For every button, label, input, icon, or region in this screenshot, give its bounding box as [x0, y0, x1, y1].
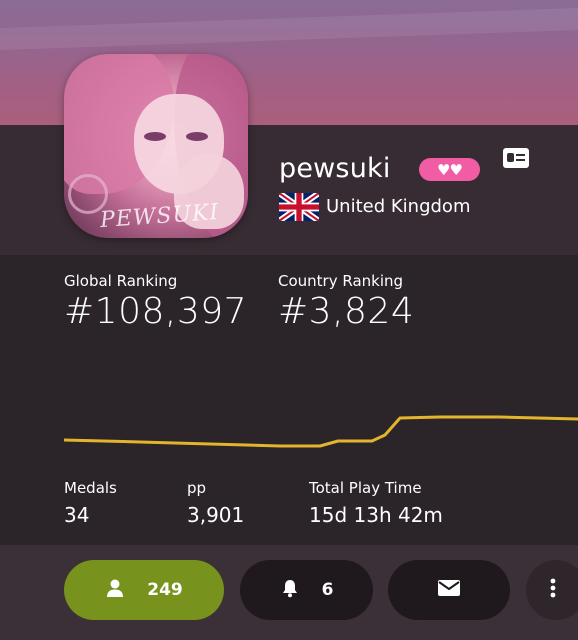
pp-label: pp [187, 479, 207, 497]
country-ranking-label: Country Ranking [278, 272, 404, 290]
play-time-label: Total Play Time [309, 479, 422, 497]
user-icon [105, 578, 125, 603]
uk-flag-icon [279, 193, 319, 221]
notifications-count: 6 [321, 580, 334, 600]
medals-value: 34 [64, 503, 90, 527]
id-card-icon[interactable] [503, 148, 529, 168]
bell-icon [280, 578, 300, 603]
send-message-button[interactable] [388, 560, 510, 620]
action-bar: 249 6 [0, 545, 578, 640]
play-time-value: 15d 13h 42m [309, 503, 443, 527]
country-name[interactable]: United Kingdom [326, 196, 470, 217]
friends-count: 249 [147, 580, 183, 600]
avatar[interactable]: PEWSUKI [64, 54, 248, 238]
medals-label: Medals [64, 479, 117, 497]
username: pewsuki [279, 153, 391, 184]
pp-value: 3,901 [187, 503, 245, 527]
country-ranking-value: #3,824 [278, 291, 415, 332]
global-ranking-value: #108,397 [64, 291, 248, 332]
friends-button[interactable]: 249 [64, 560, 224, 620]
more-vertical-icon [550, 578, 556, 603]
more-options-button[interactable] [526, 560, 578, 620]
notifications-button[interactable]: 6 [240, 560, 373, 620]
rank-history-graph [63, 415, 578, 448]
supporter-badge[interactable]: ♥♥ [419, 158, 480, 181]
global-ranking-label: Global Ranking [64, 272, 178, 290]
rank-history-line [63, 415, 578, 448]
envelope-icon [438, 579, 460, 601]
